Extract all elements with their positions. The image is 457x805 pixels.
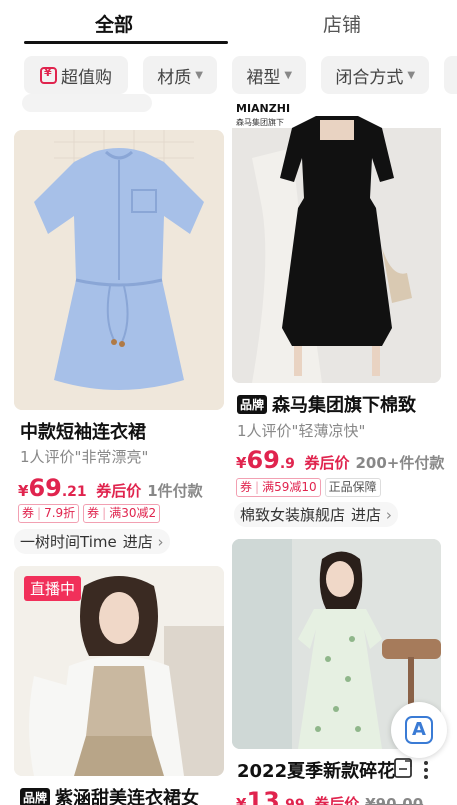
after-coupon-label: 券后价: [314, 795, 360, 805]
price-currency: ¥: [236, 454, 247, 472]
product-price: ¥69.9 券后价 200+件付款: [236, 446, 444, 474]
clipped-shop-row: [22, 94, 152, 112]
coupon-row: 券 | 7.9折券 | 满30减2: [18, 502, 164, 523]
price-bag-icon: [40, 66, 57, 84]
price-decimal: .9: [279, 456, 295, 472]
product-image[interactable]: MIANZHI 森马集团旗下: [232, 98, 441, 383]
shop-name: 一树时间Time: [20, 533, 117, 551]
chevron-right-icon: ›: [385, 506, 392, 524]
enter-shop-label: 进店: [122, 533, 153, 551]
shop-name: 棉致女装旗舰店: [240, 506, 346, 524]
shop-link[interactable]: 一树时间Time 进店 ›: [14, 529, 170, 554]
sold-count: 1件付款: [147, 482, 203, 500]
brand-badge: 品牌: [237, 395, 268, 414]
product-card-2[interactable]: MIANZHI 森马集团旗下 品牌 森马集团旗下棉致 1人评价"轻薄凉快" ¥69…: [228, 98, 457, 528]
after-coupon-label: 券后价: [304, 454, 350, 472]
coupon-tag: 券 | 满59减10: [236, 478, 321, 497]
chevron-right-icon: ›: [157, 533, 164, 551]
price-decimal: .21: [61, 484, 87, 500]
price-currency: ¥: [236, 795, 247, 805]
price-decimal: .99: [279, 797, 305, 805]
filter-chip-skirt-type[interactable]: 裙型 ▼: [232, 56, 307, 94]
product-image[interactable]: 直播中: [14, 566, 224, 776]
product-review: 1人评价"非常漂亮": [20, 448, 149, 466]
brand-badge: 品牌: [20, 788, 51, 805]
image-search-icon: A: [405, 716, 433, 744]
product-price: ¥69.21 券后价 1件付款: [18, 474, 203, 502]
coupon-tag: 券 | 满30减2: [83, 504, 161, 523]
caret-down-icon: ▼: [284, 69, 293, 81]
price-integer: 69: [246, 446, 280, 474]
more-dots-icon[interactable]: [422, 760, 430, 780]
after-coupon-label: 券后价: [96, 482, 142, 500]
live-badge: 直播中: [24, 576, 82, 601]
product-price: ¥13.99 券后价 ¥90.00: [236, 787, 423, 805]
sold-count: 200+件付款: [355, 454, 445, 472]
black-dress-photo: MIANZHI 森马集团旗下: [232, 98, 441, 383]
original-price: ¥90.00: [365, 795, 424, 805]
note-edit-icon[interactable]: [393, 757, 415, 779]
product-card-1[interactable]: 中款短袖连衣裙 1人评价"非常漂亮" ¥69.21 券后价 1件付款 券 | 7.9折…: [0, 94, 228, 554]
coupon-row: 券 | 满59减10 正品保障: [236, 476, 385, 497]
filter-chip-closure[interactable]: 闭合方式 ▼: [321, 56, 430, 94]
coupon-tag: 券 | 7.9折: [18, 504, 80, 523]
image-brand-text: MIANZHI: [236, 102, 290, 115]
product-title[interactable]: 品牌 紫涵甜美连衣裙女: [20, 784, 199, 805]
caret-down-icon: ▼: [195, 69, 203, 81]
blue-dress-photo: [14, 130, 224, 410]
filter-chip-more[interactable]: 图: [444, 56, 457, 94]
shop-link[interactable]: 棉致女装旗舰店 进店 ›: [234, 502, 398, 527]
filter-chip-value-buy[interactable]: 超值购: [24, 56, 128, 94]
price-integer: 13: [246, 787, 280, 805]
top-tabs: 全部 店铺: [0, 0, 457, 46]
caret-down-icon: ▼: [407, 69, 416, 81]
price-currency: ¥: [18, 482, 29, 500]
image-search-button[interactable]: A: [391, 702, 447, 758]
product-title[interactable]: 中款短袖连衣裙: [20, 418, 146, 444]
enter-shop-label: 进店: [351, 506, 382, 524]
filter-chip-label: 闭合方式: [335, 67, 404, 88]
filter-chip-label: 裙型: [246, 67, 281, 88]
product-card-3[interactable]: 直播中 品牌 紫涵甜美连衣裙女: [0, 566, 228, 805]
filter-chip-material[interactable]: 材质 ▼: [143, 56, 218, 94]
tab-all[interactable]: 全部: [0, 0, 228, 46]
filter-chip-label: 材质: [157, 67, 192, 88]
guarantee-tag: 正品保障: [324, 478, 381, 497]
filter-bar: 超值购 材质 ▼ 裙型 ▼ 闭合方式 ▼ 图: [0, 56, 457, 98]
product-title[interactable]: 2022夏季新款碎花: [237, 757, 395, 783]
product-title[interactable]: 品牌 森马集团旗下棉致: [237, 391, 416, 417]
price-integer: 69: [28, 474, 62, 502]
product-review: 1人评价"轻薄凉快": [237, 422, 366, 440]
product-image[interactable]: [14, 130, 224, 410]
image-brand-sub: 森马集团旗下: [236, 117, 284, 127]
filter-chip-label: 超值购: [61, 67, 112, 88]
tab-shops[interactable]: 店铺: [228, 0, 456, 46]
